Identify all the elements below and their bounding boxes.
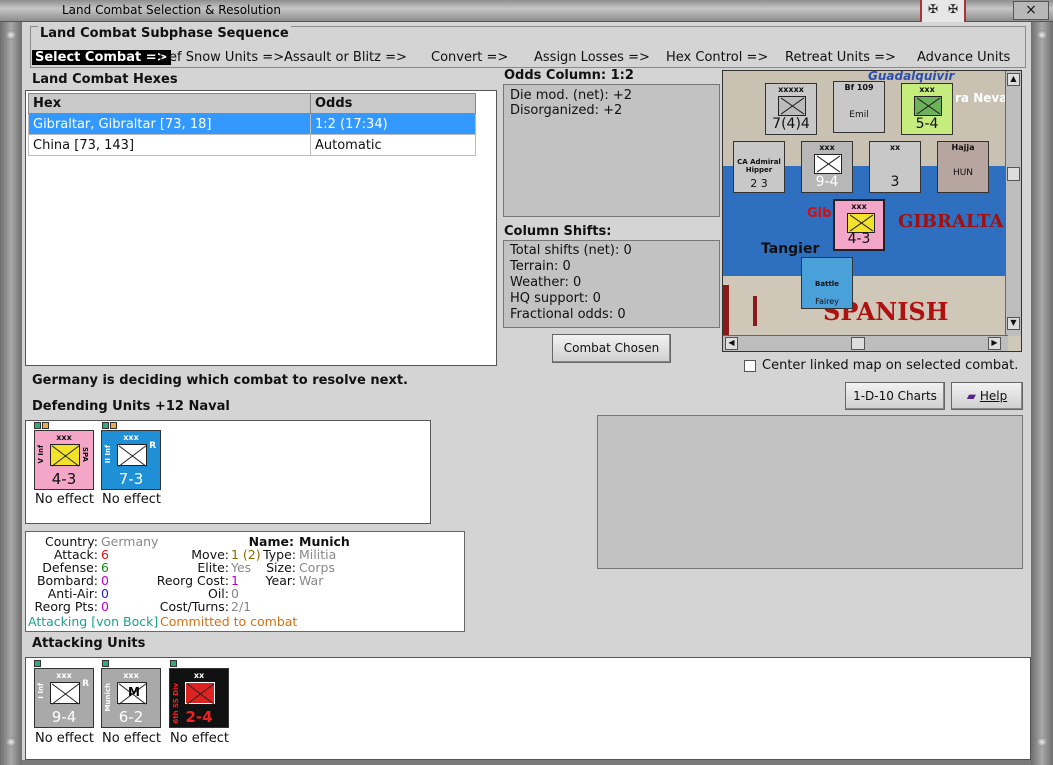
defending-unit-result: No effect (102, 492, 162, 507)
weather-shift-text: Weather: 0 (510, 275, 582, 290)
attacking-unit[interactable]: xxx Munich M 6-2 (101, 668, 161, 728)
defending-unit-result: No effect (35, 492, 95, 507)
attacking-unit[interactable]: xxx I Inf R 9-4 (34, 668, 94, 728)
seq-step-assign-losses[interactable]: Assign Losses => (534, 50, 650, 65)
stat-reorg-pts: 0 (101, 599, 109, 614)
combat-chosen-button[interactable]: Combat Chosen (552, 334, 671, 363)
scroll-thumb[interactable] (1007, 167, 1020, 181)
odds-details-box: Die mod. (net): +2 Disorganized: +2 (503, 84, 720, 217)
map-counter[interactable]: CA Admiral Hipper 2 3 (733, 141, 785, 193)
scroll-up-icon[interactable]: ▲ (1007, 73, 1020, 86)
odds-column-title: Odds Column: 1:2 (504, 68, 634, 83)
column-header-odds[interactable]: Odds (310, 93, 476, 114)
terrain-shift-text: Terrain: 0 (510, 259, 571, 274)
odds-cell[interactable]: 1:2 (17:34) (310, 113, 476, 135)
column-shifts-title: Column Shifts: (504, 224, 612, 239)
map-label-nevada: ra Neva (955, 91, 1008, 105)
close-button[interactable]: × (1013, 1, 1049, 20)
main-content: Land Combat Subphase Sequence Select Com… (22, 22, 1031, 760)
stat-cost-turns: 2/1 (231, 599, 252, 614)
odds-cell[interactable]: Automatic (310, 134, 476, 156)
hq-support-text: HQ support: 0 (510, 291, 601, 306)
defending-units-title: Defending Units +12 Naval (32, 399, 230, 414)
column-shifts-box: Total shifts (net): 0 Terrain: 0 Weather… (503, 240, 720, 328)
attacking-units-title: Attacking Units (32, 636, 146, 651)
table-header-row: Hex Odds (28, 93, 476, 114)
seq-step-retreat-units[interactable]: Retreat Units => (785, 50, 896, 65)
linked-map[interactable]: Guadalquivir ra Neva GIBRALTA Gib Tangie… (722, 70, 1022, 352)
column-header-hex[interactable]: Hex (28, 93, 311, 114)
attacking-unit-result: No effect (102, 731, 162, 746)
window-title: Land Combat Selection & Resolution (62, 3, 281, 17)
total-shifts-text: Total shifts (net): 0 (510, 243, 632, 258)
seq-step-hex-control[interactable]: Hex Control => (666, 50, 768, 65)
charts-button[interactable]: 1-D-10 Charts (845, 382, 945, 410)
defending-unit[interactable]: xxx II Inf R 7-3 (101, 430, 161, 490)
map-label-tangier: Tangier (761, 241, 820, 257)
stat-year: War (299, 573, 324, 588)
combat-hexes-panel: Hex Odds Gibraltar, Gibraltar [73, 18] 1… (25, 90, 497, 366)
iron-cross-icon: ✠ ✠ (920, 0, 966, 22)
stat-attacking-note: Attacking [von Bock] (28, 614, 159, 629)
map-horizontal-scrollbar[interactable]: ◀ ▶ (723, 335, 1008, 351)
right-frame-border (1031, 22, 1053, 765)
book-icon: ▰ (966, 389, 977, 403)
map-counter[interactable]: xxx 5-4 (901, 83, 953, 135)
combat-result-panel (597, 415, 1023, 569)
map-label-gibraltar: GIBRALTA (898, 211, 1004, 232)
attacking-unit-result: No effect (35, 731, 95, 746)
die-mod-text: Die mod. (net): +2 (510, 88, 633, 103)
stat-committed-note: Committed to combat (160, 614, 298, 629)
scroll-down-icon[interactable]: ▼ (1007, 317, 1020, 330)
stat-country: Germany (101, 534, 159, 549)
map-label-gib: Gib (807, 206, 832, 221)
hex-cell[interactable]: China [73, 143] (28, 134, 311, 156)
scroll-thumb[interactable] (851, 337, 865, 350)
table-row[interactable]: China [73, 143] Automatic (28, 134, 476, 156)
seq-step-select-combat[interactable]: Select Combat => (32, 50, 171, 65)
seq-step-convert[interactable]: Convert => (431, 50, 508, 65)
combat-hexes-table: Hex Odds Gibraltar, Gibraltar [73, 18] 1… (28, 93, 476, 156)
scroll-left-icon[interactable]: ◀ (725, 337, 738, 350)
seq-step-def-snow[interactable]: Def Snow Units => (159, 50, 284, 65)
seq-step-assault-blitz[interactable]: Assault or Blitz => (284, 50, 407, 65)
defending-unit[interactable]: xxx V Inf SPA 4-3 (34, 430, 94, 490)
map-counter[interactable]: xxxxx 7(4)4 (765, 83, 817, 135)
attacking-unit[interactable]: xx 6th SS Div 2-4 (169, 668, 229, 728)
map-counter[interactable]: xx 3 (869, 141, 921, 193)
center-map-label: Center linked map on selected combat. (762, 358, 1019, 373)
map-counter[interactable]: Hajja HUN (937, 141, 989, 193)
table-row[interactable]: Gibraltar, Gibraltar [73, 18] 1:2 (17:34… (28, 113, 476, 135)
hex-cell[interactable]: Gibraltar, Gibraltar [73, 18] (28, 113, 311, 135)
attacking-unit-result: No effect (170, 731, 230, 746)
map-counter[interactable]: Battle Fairey (801, 257, 853, 309)
map-counter-selected[interactable]: xxx 4-3 (833, 199, 885, 251)
help-button[interactable]: ▰ Help (951, 382, 1023, 410)
title-bar[interactable]: Land Combat Selection & Resolution ✠ ✠ × (0, 0, 1053, 22)
map-counter[interactable]: xxx 9-4 (801, 141, 853, 193)
seq-step-advance-units[interactable]: Advance Units (917, 50, 1010, 65)
subphase-sequence-title: Land Combat Subphase Sequence (38, 26, 291, 41)
map-counter[interactable]: Bf 109 Emil (833, 81, 885, 133)
help-label: Help (979, 389, 1008, 403)
left-frame-border (0, 22, 22, 765)
map-vertical-scrollbar[interactable]: ▲ ▼ (1005, 71, 1021, 336)
combat-hexes-title: Land Combat Hexes (32, 72, 178, 87)
attacking-units-panel: xxx I Inf R 9-4 No effect xxx Munich M 6… (25, 657, 1031, 760)
unit-stats-panel: Country: Germany Attack: 6 Defense: 6 Bo… (25, 531, 465, 632)
fractional-odds-text: Fractional odds: 0 (510, 307, 626, 322)
defending-units-panel: xxx V Inf SPA 4-3 No effect xxx II Inf R… (25, 420, 431, 524)
scroll-right-icon[interactable]: ▶ (988, 337, 1001, 350)
disorganized-text: Disorganized: +2 (510, 103, 623, 118)
status-message: Germany is deciding which combat to reso… (32, 373, 408, 388)
center-map-checkbox[interactable] (744, 360, 756, 372)
